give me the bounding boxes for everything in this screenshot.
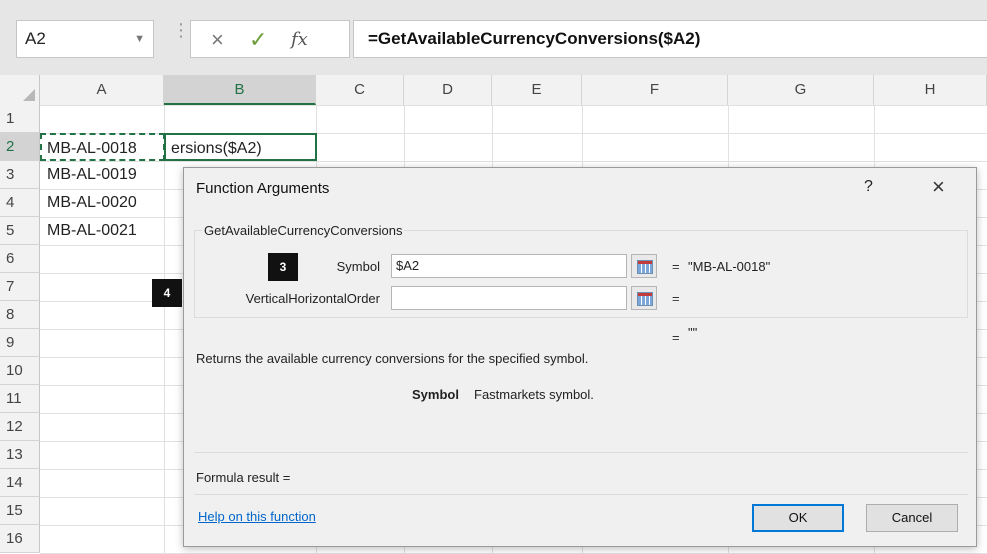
column-header-d[interactable]: D xyxy=(404,75,492,105)
cancel-icon[interactable]: × xyxy=(211,27,224,53)
arg-help-name: Symbol xyxy=(412,387,459,402)
help-icon[interactable]: ? xyxy=(864,178,873,196)
divider xyxy=(194,452,968,453)
vertical-horizontal-order-label: VerticalHorizontalOrder xyxy=(245,291,380,306)
cell-a2[interactable]: MB-AL-0018 xyxy=(40,133,165,161)
row-header[interactable]: 13 xyxy=(0,441,40,469)
symbol-label: Symbol xyxy=(336,259,380,274)
close-icon[interactable]: × xyxy=(932,174,945,200)
row-header[interactable]: 7 xyxy=(0,273,40,301)
row-header[interactable]: 5 xyxy=(0,217,40,245)
symbol-input[interactable]: $A2 xyxy=(391,254,627,278)
row-header[interactable]: 1 xyxy=(0,105,40,133)
function-arguments-dialog: Function Arguments ? × GetAvailableCurre… xyxy=(183,167,977,547)
name-box[interactable]: A2 ▼ xyxy=(16,20,154,58)
overall-result: "" xyxy=(688,325,698,340)
vertical-horizontal-order-input[interactable] xyxy=(391,286,627,310)
name-box-value: A2 xyxy=(25,29,46,48)
formula-result-label: Formula result = xyxy=(196,470,291,485)
symbol-equals: = xyxy=(672,259,680,274)
insert-function-icon[interactable]: fx xyxy=(291,29,308,50)
ok-button[interactable]: OK xyxy=(752,504,844,532)
order-equals: = xyxy=(672,291,680,306)
row-header[interactable]: 8 xyxy=(0,301,40,329)
arg-help-text: Fastmarkets symbol. xyxy=(474,387,594,402)
cell-a5[interactable]: MB-AL-0021 xyxy=(42,217,164,245)
collapse-dialog-icon[interactable] xyxy=(631,286,657,310)
function-description: Returns the available currency conversio… xyxy=(196,351,589,366)
row-header[interactable]: 3 xyxy=(0,161,40,189)
column-header-g[interactable]: G xyxy=(728,75,874,105)
callout-badge-4: 4 xyxy=(152,279,182,307)
column-header-c[interactable]: C xyxy=(316,75,404,105)
row-header[interactable]: 9 xyxy=(0,329,40,357)
row-header[interactable]: 11 xyxy=(0,385,40,413)
overall-equals: = xyxy=(672,330,680,345)
dialog-title: Function Arguments xyxy=(196,180,330,197)
cell-a4[interactable]: MB-AL-0020 xyxy=(42,189,164,217)
select-all-corner[interactable] xyxy=(0,75,40,105)
help-on-function-link[interactable]: Help on this function xyxy=(198,509,316,524)
formula-buttons: × ✓ fx xyxy=(190,20,350,58)
column-headers: A B C D E F G H xyxy=(0,75,987,106)
formula-bar: A2 ▼ ⋮ × ✓ fx =GetAvailableCurrencyConve… xyxy=(0,0,987,75)
column-header-a[interactable]: A xyxy=(40,75,164,105)
symbol-result: "MB-AL-0018" xyxy=(688,259,771,274)
row-header[interactable]: 15 xyxy=(0,497,40,525)
row-header[interactable]: 16 xyxy=(0,525,40,553)
row-header[interactable]: 6 xyxy=(0,245,40,273)
column-header-h[interactable]: H xyxy=(874,75,987,105)
column-header-b[interactable]: B xyxy=(164,75,316,105)
row-header[interactable]: 14 xyxy=(0,469,40,497)
callout-badge-3: 3 xyxy=(268,253,298,281)
collapse-dialog-icon[interactable] xyxy=(631,254,657,278)
checkmark-icon[interactable]: ✓ xyxy=(249,27,267,53)
cell-a3[interactable]: MB-AL-0019 xyxy=(42,161,164,189)
column-header-f[interactable]: F xyxy=(582,75,728,105)
gridline xyxy=(164,105,165,554)
divider xyxy=(194,494,968,495)
function-name-label: GetAvailableCurrencyConversions xyxy=(202,223,405,238)
grip-icon: ⋮ xyxy=(172,20,190,40)
cell-b2[interactable]: ersions($A2) xyxy=(164,133,317,161)
row-header[interactable]: 10 xyxy=(0,357,40,385)
row-header[interactable]: 4 xyxy=(0,189,40,217)
row-header[interactable]: 2 xyxy=(0,133,40,161)
cancel-button[interactable]: Cancel xyxy=(866,504,958,532)
formula-input[interactable]: =GetAvailableCurrencyConversions($A2) xyxy=(353,20,987,58)
chevron-down-icon[interactable]: ▼ xyxy=(134,21,145,57)
row-header[interactable]: 12 xyxy=(0,413,40,441)
column-header-e[interactable]: E xyxy=(492,75,582,105)
